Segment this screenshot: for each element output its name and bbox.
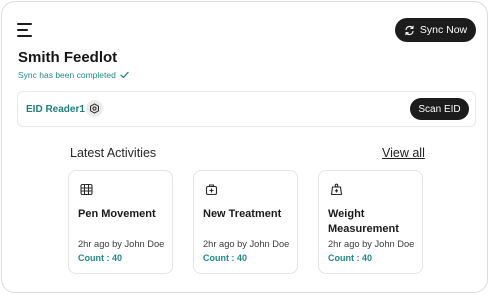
- sync-now-label: Sync Now: [419, 24, 468, 36]
- pen-fence-icon: [78, 181, 94, 197]
- section-title: Latest Activities: [70, 146, 157, 160]
- activity-count: Count : 40: [78, 253, 122, 263]
- eid-reader-card: EID Reader1 Scan EID: [17, 91, 476, 127]
- medical-kit-icon: [203, 181, 219, 197]
- refresh-icon: [405, 25, 414, 35]
- sync-status-text: Sync has been completed: [18, 70, 116, 80]
- activity-name: New Treatment: [203, 208, 282, 220]
- activity-count: Count : 40: [328, 253, 372, 263]
- activity-meta: 2hr ago by John Doe: [78, 239, 165, 249]
- reader-name: EID Reader1: [26, 104, 85, 115]
- activity-card-new-treatment[interactable]: New Treatment 2hr ago by John Doe Count …: [193, 170, 298, 274]
- activity-meta: 2hr ago by John Doe: [203, 239, 290, 249]
- activity-name: Pen Movement: [78, 208, 156, 220]
- gear-icon: [90, 103, 99, 114]
- activity-card-weight-measurement[interactable]: Weight Measurement 2hr ago by John Doe C…: [318, 170, 423, 274]
- weight-icon: [328, 181, 344, 197]
- view-all-link[interactable]: View all: [382, 146, 425, 160]
- activity-name: Weight Measurement: [328, 208, 399, 235]
- activity-card-pen-movement[interactable]: Pen Movement 2hr ago by John Doe Count :…: [68, 170, 173, 274]
- scan-eid-button[interactable]: Scan EID: [410, 98, 469, 120]
- check-icon: [120, 71, 129, 79]
- sync-status: Sync has been completed: [18, 70, 129, 80]
- app-panel: Sync Now Smith Feedlot Sync has been com…: [1, 1, 488, 293]
- activity-meta: 2hr ago by John Doe: [328, 239, 415, 249]
- reader-settings-button[interactable]: [86, 100, 103, 117]
- menu-icon[interactable]: [17, 23, 34, 37]
- sync-now-button[interactable]: Sync Now: [395, 18, 476, 42]
- page-title: Smith Feedlot: [18, 49, 118, 66]
- activity-count: Count : 40: [203, 253, 247, 263]
